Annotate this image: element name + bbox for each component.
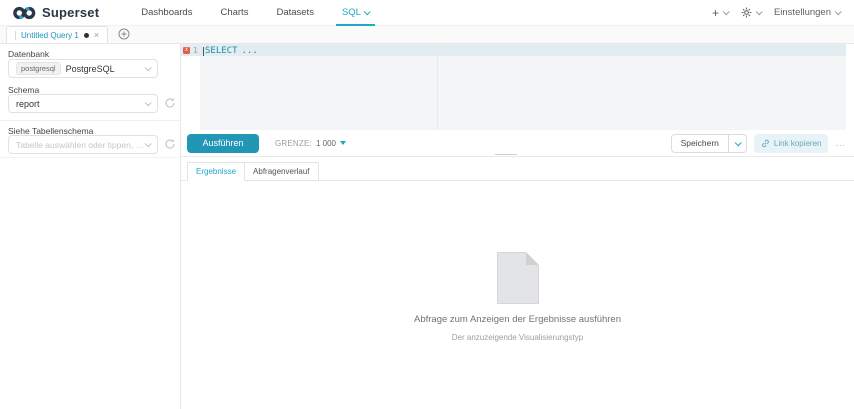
nav-menu: Dashboards Charts Datasets SQL [127, 0, 382, 26]
nav-item-sql[interactable]: SQL [328, 0, 383, 26]
gutter-row: x 1 [181, 45, 200, 56]
einstellungen-label: Einstellungen [774, 7, 831, 18]
refresh-icon [164, 138, 176, 150]
chevron-down-icon [723, 8, 730, 15]
refresh-schema-button[interactable] [164, 97, 176, 109]
refresh-tables-button[interactable] [164, 138, 176, 150]
document-icon [497, 252, 539, 304]
brand-name: Superset [42, 5, 99, 20]
chevron-down-icon [145, 99, 152, 106]
code-line-1[interactable]: SELECT... [203, 46, 258, 56]
limit-value: 1 000 [316, 139, 336, 148]
new-item-menu[interactable]: + [712, 7, 728, 19]
row-limit-dropdown[interactable]: GRENZE: 1 000 [275, 139, 346, 148]
empty-state-title: Abfrage zum Anzeigen der Ergebnisse ausf… [181, 314, 854, 325]
infinity-logo-icon [12, 6, 37, 20]
close-tab-icon[interactable]: × [94, 31, 99, 40]
limit-label: GRENZE: [275, 139, 312, 148]
superset-logo[interactable]: Superset [12, 5, 99, 20]
editor-toolbar: Ausführen GRENZE: 1 000 Speichern Link k… [181, 130, 854, 157]
database-label: Datenbank [8, 49, 49, 59]
toolbar-right: Speichern Link kopieren ... [671, 134, 846, 153]
save-button[interactable]: Speichern [671, 134, 729, 153]
plus-circle-icon [118, 28, 130, 40]
chevron-down-icon [835, 8, 842, 15]
chevron-down-icon [145, 140, 152, 147]
link-icon [761, 139, 770, 148]
new-query-tab-button[interactable] [118, 28, 130, 40]
nav-item-dashboards[interactable]: Dashboards [127, 0, 206, 26]
plus-icon: + [712, 7, 719, 19]
active-line-highlight [181, 45, 846, 56]
tab-ergebnisse[interactable]: Ergebnisse [187, 162, 245, 181]
print-margin-line [437, 45, 438, 131]
copy-link-button[interactable]: Link kopieren [754, 134, 829, 153]
run-query-button[interactable]: Ausführen [187, 134, 259, 153]
sql-rest: ... [242, 46, 258, 56]
line-number: 1 [193, 46, 198, 55]
empty-state-subtitle: Der anzuzeigende Visualisierungstyp [181, 333, 854, 342]
copy-link-label: Link kopieren [774, 139, 822, 148]
sidebar-divider [0, 157, 180, 158]
results-empty-state: Abfrage zum Anzeigen der Ergebnisse ausf… [181, 252, 854, 342]
top-navbar: Superset Dashboards Charts Datasets SQL … [0, 0, 854, 26]
nav-item-charts[interactable]: Charts [206, 0, 262, 26]
tab-abfragenverlauf[interactable]: Abfragenverlauf [245, 162, 318, 181]
sql-editor[interactable]: x 1 SELECT... [181, 44, 846, 130]
chevron-down-icon [363, 8, 370, 15]
tab-grip-icon [15, 31, 16, 40]
sql-keyword: SELECT [205, 46, 238, 56]
refresh-icon [164, 97, 176, 109]
results-pane: Ergebnisse Abfragenverlauf Abfrage zum A… [181, 157, 854, 409]
settings-gear-menu[interactable] [741, 7, 761, 18]
query-tab-label: Untitled Query 1 [21, 31, 79, 40]
more-menu-button[interactable]: ... [835, 138, 846, 148]
caret-down-icon [340, 141, 346, 145]
table-select[interactable]: Tabelle auswählen oder tippen, um Tabell… [8, 135, 158, 154]
save-dropdown-button[interactable] [729, 134, 747, 153]
results-tabs: Ergebnisse Abfragenverlauf [187, 162, 319, 181]
text-cursor [203, 47, 204, 56]
unsaved-dot-icon [84, 33, 89, 38]
database-value: PostgreSQL [66, 64, 115, 74]
schema-value: report [16, 99, 40, 109]
sql-lab-app: Superset Dashboards Charts Datasets SQL … [0, 0, 854, 409]
sidebar-divider [0, 120, 180, 121]
query-tabstrip: Untitled Query 1 × [0, 26, 854, 44]
editor-gutter: x 1 [181, 45, 200, 131]
gear-icon [741, 7, 752, 18]
table-select-placeholder: Tabelle auswählen oder tippen, um Tabell… [16, 140, 145, 150]
left-sidebar: Datenbank postgresql PostgreSQL Schema r… [0, 44, 181, 409]
database-type-badge: postgresql [16, 62, 61, 75]
save-split-button: Speichern [671, 134, 747, 153]
schema-select[interactable]: report [8, 94, 158, 113]
database-select[interactable]: postgresql PostgreSQL [8, 59, 158, 78]
error-annotation-icon: x [183, 47, 190, 54]
chevron-down-icon [735, 139, 742, 146]
einstellungen-menu[interactable]: Einstellungen [774, 7, 840, 18]
folded-corner [526, 252, 539, 265]
query-tab-untitled-1[interactable]: Untitled Query 1 × [6, 26, 108, 43]
nav-item-datasets[interactable]: Datasets [262, 0, 328, 26]
resize-grip-icon [495, 154, 517, 155]
chevron-down-icon [756, 8, 763, 15]
chevron-down-icon [145, 64, 152, 71]
navbar-right: + Einstellungen [712, 7, 840, 19]
